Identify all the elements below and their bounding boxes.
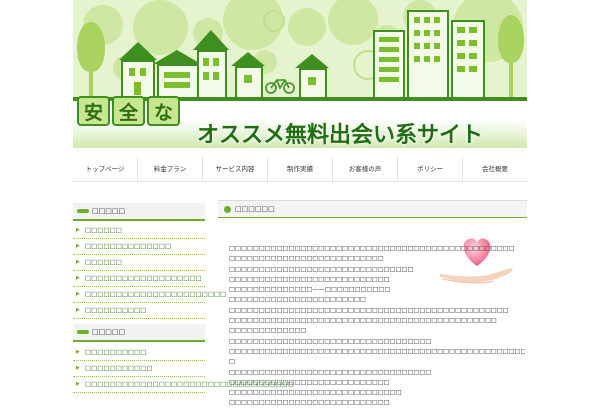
body-line: □□□□□□□□□□□□□□——□□□□□□□□□□□ bbox=[229, 286, 391, 294]
nav-item-pricing[interactable]: 料金プラン bbox=[137, 157, 202, 181]
badge-char: 全 bbox=[112, 96, 145, 126]
safe-badge: 安 全 な bbox=[77, 96, 180, 126]
nav-divider bbox=[73, 181, 527, 182]
body-line: □□□□□□□□□□□□□□□□□□□□□□□□□□□□□□□□□□ bbox=[229, 337, 432, 345]
nav-item-works[interactable]: 制作実績 bbox=[267, 157, 332, 181]
sidebar-section-heading: □□□□□ bbox=[73, 324, 205, 342]
global-nav: トップページ 料金プラン サービス内容 制作実績 お客様の声 ポリシー 会社概要 bbox=[73, 157, 527, 181]
heading-marker-icon bbox=[77, 208, 89, 213]
site-title: オススメ無料出会い系サイト bbox=[197, 123, 484, 148]
sidebar-list: □□□□□□ □□□□□□□□□□□□□□ □□□□□□ □□□□□□□□□□□… bbox=[73, 223, 226, 319]
sidebar-heading-label: □□□□□ bbox=[92, 328, 126, 336]
body-line: □□□□□□□□□□□□□□□□□□□□□□□□□□□□□□□□□□ bbox=[229, 368, 432, 376]
body-line: □□□□□□□□□□□□□□□□□□□□□□□□□□□□□□□□□□□□□□□□… bbox=[229, 306, 509, 314]
badge-char: な bbox=[147, 96, 180, 126]
nav-item-testimonials[interactable]: お客様の声 bbox=[332, 157, 397, 181]
body-line: □□□□□□□□□□□□□□□□□□□□□□□□□□□□□□□□□□□□□□□□… bbox=[229, 347, 525, 355]
main-body-text: □□□□□□□□□□□□□□□□□□□□□□□□□□□□□□□□□□□□□□□□… bbox=[229, 244, 525, 409]
sidebar-section-heading: □□□□□ bbox=[73, 203, 205, 221]
bicycle-icon bbox=[265, 76, 295, 94]
body-line: □□□□□□□□□□□□□□□□□□□□□□□□□□□ bbox=[229, 378, 390, 386]
sidebar-heading-label: □□□□□ bbox=[92, 207, 126, 215]
nav-item-policy[interactable]: ポリシー bbox=[397, 157, 462, 181]
nav-item-company[interactable]: 会社概要 bbox=[462, 157, 527, 181]
body-line: □□□□□□□□□□□□□□□□□□□□□□□□□□ bbox=[229, 255, 384, 263]
sidebar-link[interactable]: □□□□□□□□□□ bbox=[73, 345, 205, 361]
heading-marker-icon bbox=[77, 329, 89, 334]
heading-marker-icon bbox=[224, 205, 231, 213]
body-line: □□□□□□□□□□□□□□□□□□□□□□□ bbox=[229, 296, 366, 304]
sidebar-link[interactable]: □□□□□□ bbox=[73, 255, 205, 271]
body-line: □□□□□□□□□□□□□□□□□□□□□□□□□□□□□□□ bbox=[229, 265, 414, 273]
sidebar-link[interactable]: □□□□□□□□□□ bbox=[73, 303, 205, 319]
main-section-heading: □□□□□□ bbox=[218, 200, 527, 218]
sidebar-link[interactable]: □□□□□□□□□□□□□□□□□□□□□□□ bbox=[73, 287, 226, 303]
sidebar-link[interactable]: □□□□□□□□□□□□□□□□□□□ bbox=[73, 271, 205, 287]
body-line: □ bbox=[229, 358, 235, 366]
sidebar-link[interactable]: □□□□□□□□□□□□□□ bbox=[73, 239, 205, 255]
body-line: □□□□□□□□□□□□□□□□□□□□□□□□□□□ bbox=[229, 275, 390, 283]
body-line: □□□□□□□□□□□□□□□□□□□□□□□□□□□□□□□□□□□□□□□□… bbox=[229, 245, 515, 252]
sidebar-link[interactable]: □□□□□□□□□□□ bbox=[73, 361, 205, 377]
body-line: □□□□□□□□□□□□□□□□□□□□□□□□□□□□□ bbox=[229, 389, 402, 397]
sidebar-list: □□□□□□□□□□ □□□□□□□□□□□ □□□□□□□□□□□□□□□□□… bbox=[73, 345, 294, 393]
nav-item-services[interactable]: サービス内容 bbox=[202, 157, 267, 181]
main-heading-label: □□□□□□ bbox=[235, 205, 275, 213]
body-line: □□□□□□□□□□□□□ bbox=[229, 327, 307, 335]
sidebar-link[interactable]: □□□□□□□□□□□□□□□□□□□□□□□□□□□□□□□□□□ bbox=[73, 377, 294, 393]
body-line: □□□□□□□□□□□□□□□□□□□□□□□□□□□□□□□□□□□□□□□□… bbox=[229, 317, 497, 325]
sidebar-link[interactable]: □□□□□□ bbox=[73, 223, 205, 239]
header-banner: 安 全 な オススメ無料出会い系サイト bbox=[73, 0, 527, 148]
badge-char: 安 bbox=[77, 96, 110, 126]
nav-item-top[interactable]: トップページ bbox=[73, 157, 137, 181]
